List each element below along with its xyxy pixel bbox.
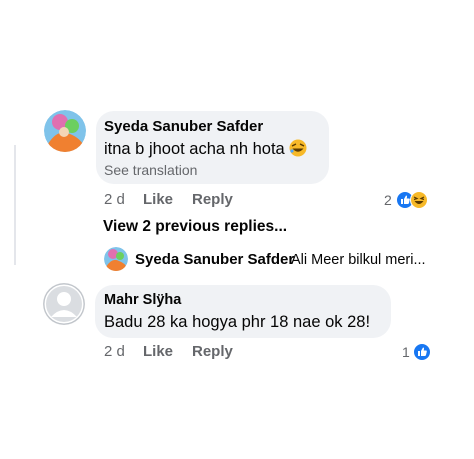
- reaction-count[interactable]: 1: [402, 344, 410, 360]
- like-button[interactable]: Like: [143, 343, 173, 360]
- comment-timestamp[interactable]: 2 d: [104, 343, 125, 360]
- haha-reaction-icon: [410, 191, 428, 209]
- reply-button[interactable]: Reply: [192, 191, 233, 208]
- thread-line: [14, 145, 16, 265]
- reply-button[interactable]: Reply: [192, 343, 233, 360]
- comment-text: Badu 28 ka hogya phr 18 nae ok 28!: [104, 313, 371, 331]
- reply-avatar[interactable]: [104, 247, 128, 271]
- comment-text-content: itna b jhoot acha nh hota: [104, 140, 285, 158]
- like-button[interactable]: Like: [143, 191, 173, 208]
- reply-author[interactable]: Syeda Sanuber Safder: [135, 251, 294, 268]
- avatar[interactable]: [43, 283, 85, 325]
- see-translation-link[interactable]: See translation: [104, 162, 197, 178]
- comment-author[interactable]: Mahr Slÿha: [104, 292, 181, 308]
- reply-preview-text[interactable]: Ali Meer bilkul meri...: [291, 252, 426, 268]
- avatar[interactable]: [44, 110, 86, 152]
- view-previous-replies-link[interactable]: View 2 previous replies...: [103, 218, 287, 236]
- comment-timestamp[interactable]: 2 d: [104, 191, 125, 208]
- reaction-count[interactable]: 2: [384, 192, 392, 208]
- like-reaction-icon: [413, 343, 431, 361]
- rolling-laughing-emoji-icon: [289, 139, 307, 157]
- comment-author[interactable]: Syeda Sanuber Safder: [104, 118, 263, 135]
- comment-text: itna b jhoot acha nh hota: [104, 139, 307, 159]
